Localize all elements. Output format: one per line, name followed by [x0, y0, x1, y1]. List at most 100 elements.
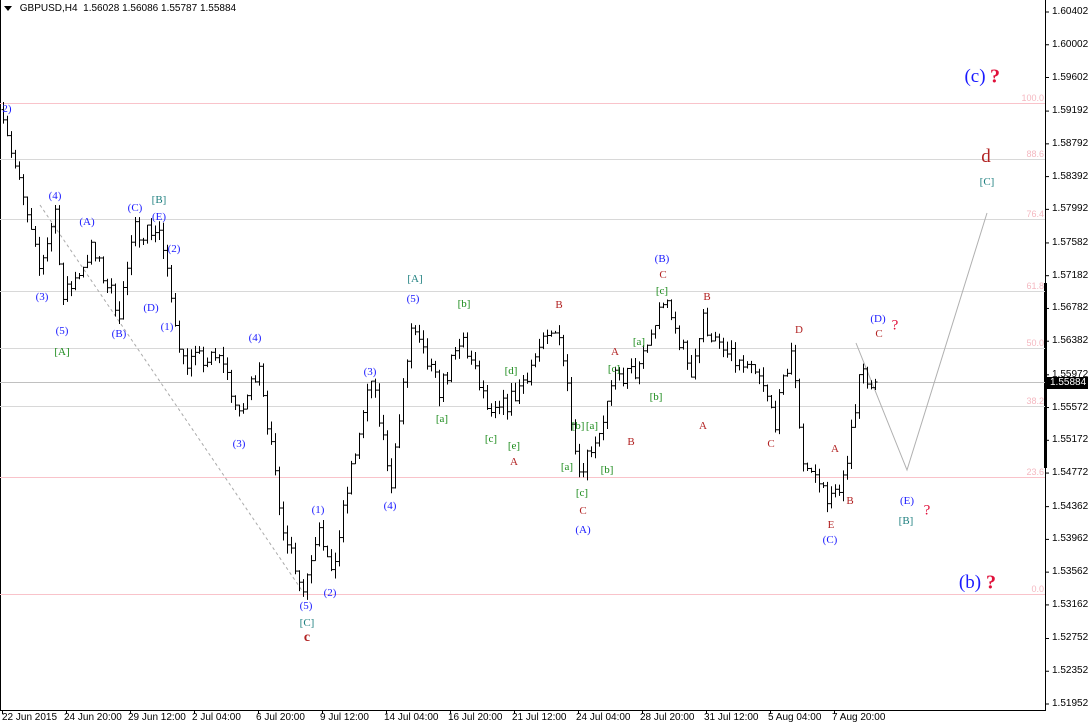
wave-label: [B]	[898, 515, 914, 527]
wave-label: (4)	[383, 500, 397, 512]
wave-label: A	[611, 346, 619, 358]
wave-label: (1)	[160, 321, 174, 333]
y-tick-label: 1.57992	[1052, 203, 1088, 215]
wave-label: (E)	[151, 211, 167, 223]
wave-label: c	[303, 630, 311, 645]
wave-label: A	[510, 456, 518, 468]
x-tick-label: 9 Jul 12:00	[320, 712, 369, 723]
chart-window: GBPUSD,H4 1.56028 1.56086 1.55787 1.5588…	[0, 0, 1088, 726]
wave-label: (A)	[79, 216, 95, 228]
wave-label: ?	[990, 65, 1000, 88]
wave-label: [c]	[575, 487, 589, 499]
wave-label: D	[795, 324, 803, 336]
projection-path	[855, 212, 988, 472]
wave-label: [a]	[560, 461, 574, 473]
x-tick-label: 2 Jul 04:00	[192, 712, 241, 723]
fib-level-label: 38.2	[1026, 395, 1044, 406]
wave-label: (5)	[406, 293, 420, 305]
high-value: 1.56086	[122, 3, 159, 14]
wave-label: [C]	[979, 176, 995, 188]
open-value: 1.56028	[83, 3, 120, 14]
wave-label: [C]	[299, 617, 315, 629]
low-value: 1.55787	[161, 3, 198, 14]
wave-label: (2)	[323, 587, 337, 599]
wave-label: ?	[891, 317, 899, 334]
dropdown-triangle-icon[interactable]	[4, 5, 12, 11]
wave-label: A	[699, 420, 707, 432]
wave-label: (c)	[964, 66, 986, 87]
wave-label: [c]	[655, 285, 669, 297]
wave-label: E	[827, 519, 835, 531]
wave-label: (B)	[111, 328, 127, 340]
x-tick-label: 24 Jul 04:00	[576, 712, 631, 723]
y-tick-label: 1.60002	[1052, 38, 1088, 50]
fib-level-label: 23.6	[1026, 466, 1044, 477]
wave-label: ?	[923, 502, 931, 519]
wave-label: [A]	[407, 273, 423, 285]
wave-label: (C)	[127, 202, 143, 214]
y-tick-label: 1.53962	[1052, 533, 1088, 545]
fib-level-label: 0.0	[1031, 583, 1044, 594]
fib-level-label: 100.0	[1021, 92, 1044, 103]
x-tick-label: 28 Jul 20:00	[640, 712, 695, 723]
wave-label: (b)	[958, 572, 982, 593]
x-tick-label: 6 Jul 20:00	[256, 712, 305, 723]
wave-label: [B]	[151, 194, 167, 206]
wave-label: (D)	[870, 313, 886, 325]
y-tick-label: 1.56782	[1052, 302, 1088, 314]
y-tick-label: 1.55572	[1052, 401, 1088, 413]
wave-label: [d]	[504, 365, 518, 377]
wave-label: C	[659, 269, 667, 281]
wave-label: (3)	[363, 366, 377, 378]
wave-label: A	[831, 443, 839, 455]
wave-label: [b]	[600, 464, 614, 476]
x-tick-label: 5 Aug 04:00	[768, 712, 822, 723]
y-tick-label: 1.55172	[1052, 434, 1088, 446]
wave-trendline	[39, 204, 304, 593]
wave-label: C	[767, 438, 775, 450]
wave-label: (A)	[575, 524, 591, 536]
wave-label: ?	[986, 571, 996, 594]
wave-label: d	[981, 146, 991, 167]
wave-label: (3)	[35, 291, 49, 303]
y-tick-label: 1.53562	[1052, 566, 1088, 578]
wave-label: (4)	[248, 332, 262, 344]
y-tick-label: 1.54362	[1052, 500, 1088, 512]
x-tick-label: 24 Jun 20:00	[64, 712, 122, 723]
wave-label: (1)	[311, 504, 325, 516]
wave-label: [e]	[507, 440, 521, 452]
y-tick-label: 1.59602	[1052, 71, 1088, 83]
fib-level-label: 88.6	[1026, 148, 1044, 159]
y-tick-label: 1.54772	[1052, 467, 1088, 479]
wave-label: [c]	[607, 363, 621, 375]
wave-label: [a]	[435, 413, 449, 425]
y-tick-label: 1.58392	[1052, 170, 1088, 182]
symbol-label: GBPUSD,H4	[19, 3, 78, 14]
wave-label: (3)	[232, 438, 246, 450]
y-tick-label: 1.53162	[1052, 598, 1088, 610]
wave-label: B	[703, 291, 711, 303]
wave-label: (E)	[899, 495, 915, 507]
fib-level-label: 76.4	[1026, 208, 1044, 219]
x-tick-label: 14 Jul 04:00	[384, 712, 439, 723]
wave-label: [a]	[585, 420, 599, 432]
fib-level-label: 61.8	[1026, 280, 1044, 291]
y-tick-label: 1.57582	[1052, 236, 1088, 248]
price-chart[interactable]	[0, 0, 1088, 726]
y-tick-label: 1.58792	[1052, 137, 1088, 149]
wave-label: (4)	[48, 190, 62, 202]
y-tick-label: 1.52352	[1052, 665, 1088, 677]
x-tick-label: 21 Jul 12:00	[512, 712, 567, 723]
wave-label: B	[627, 436, 635, 448]
wave-label: [b]	[457, 298, 471, 310]
current-price-tag: 1.55884	[1046, 376, 1088, 389]
wave-label: (2)	[167, 243, 181, 255]
wave-label: [b]	[649, 391, 663, 403]
x-tick-label: 29 Jun 12:00	[128, 712, 186, 723]
wave-label: 2)	[2, 103, 12, 115]
y-tick-label: 1.60402	[1052, 6, 1088, 17]
x-tick-label: 7 Aug 20:00	[832, 712, 886, 723]
wave-label: (D)	[143, 302, 159, 314]
wave-label: (C)	[822, 534, 838, 546]
x-tick-label: 16 Jul 20:00	[448, 712, 503, 723]
